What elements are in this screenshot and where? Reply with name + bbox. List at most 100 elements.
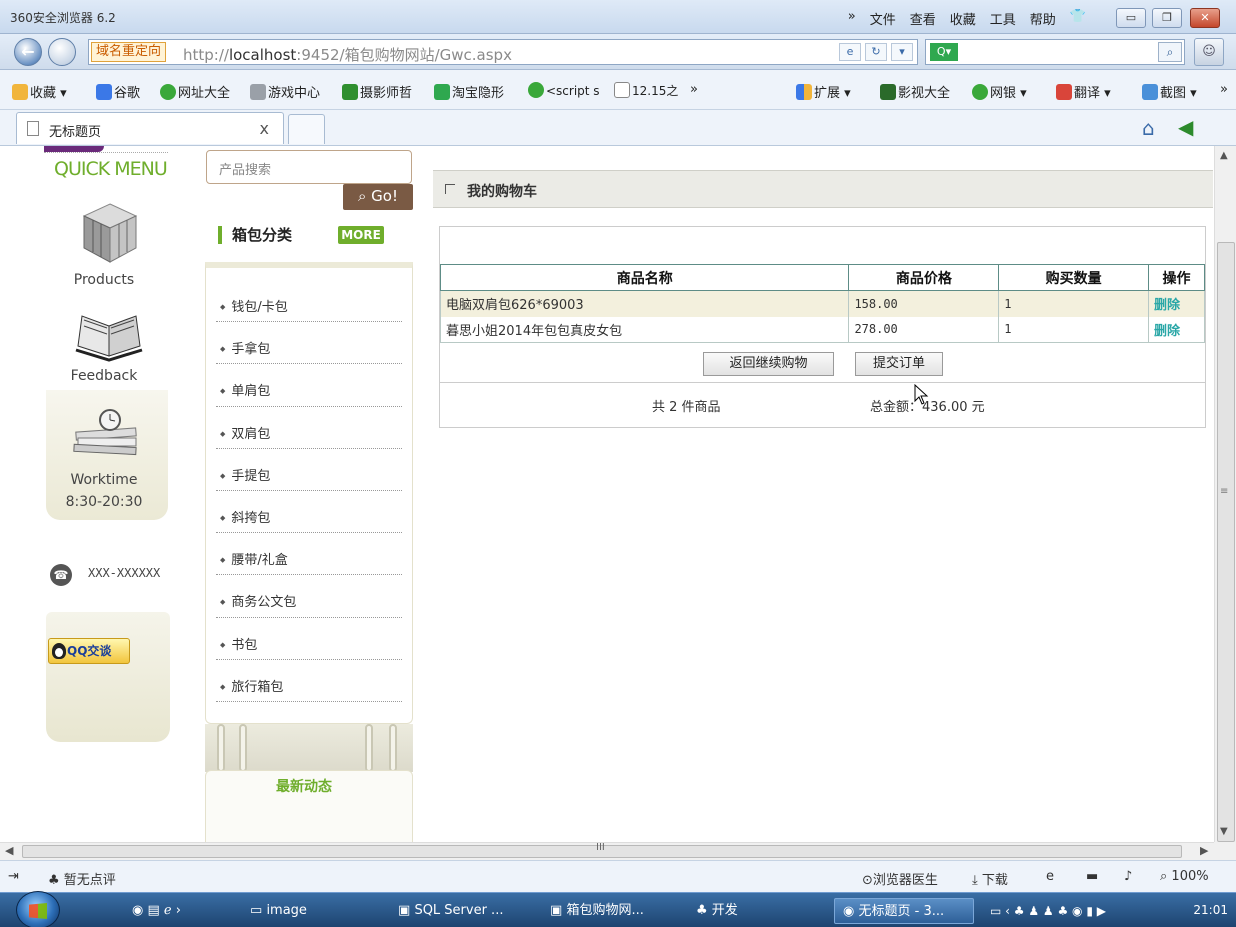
quicklaunch-icons[interactable]: ◉ ▤ ℯ › — [132, 898, 181, 924]
cart-title: 我的购物车 — [467, 184, 537, 200]
fav-right-overflow[interactable]: » — [1220, 82, 1228, 97]
maximize-button[interactable]: ❐ — [1152, 8, 1182, 28]
delete-link[interactable]: 删除 — [1154, 298, 1180, 313]
category-item[interactable]: 斜挎包 — [216, 491, 402, 534]
skin-icon[interactable]: 👕 — [1070, 9, 1086, 28]
user-avatar-button[interactable]: ☺ — [1194, 38, 1224, 66]
worktime-label: Worktime — [70, 472, 138, 488]
category-item[interactable]: 双肩包 — [216, 407, 402, 449]
fav-game-center[interactable]: 游戏中心 — [250, 82, 320, 101]
bank-icon — [972, 84, 988, 100]
news-title[interactable]: 最新动态 — [276, 776, 332, 796]
taskbar-item-sql[interactable]: ▣ SQL Server ... — [398, 898, 503, 924]
taskbar-item-image[interactable]: ▭ image — [250, 898, 307, 924]
category-item[interactable]: 单肩包 — [216, 364, 402, 407]
category-item[interactable]: 腰带/礼盒 — [216, 533, 402, 576]
back-button[interactable]: ← — [14, 38, 42, 66]
taskbar-item-browser[interactable]: ◉ 无标题页 - 3... — [834, 898, 974, 924]
submit-order-button[interactable]: 提交订单 — [855, 352, 943, 376]
doc-icon — [614, 82, 630, 98]
magnifier-icon: ⌕ — [357, 187, 367, 205]
tab-close-icon[interactable]: x — [260, 119, 269, 138]
search-engine-icon[interactable]: Q▾ — [930, 43, 958, 61]
vertical-scrollbar[interactable]: ▲ ≡ ▼ — [1214, 146, 1236, 842]
dropdown-chevron-icon[interactable]: ▾ — [891, 43, 913, 61]
menu-file[interactable]: 文件 — [870, 9, 896, 28]
menu-more[interactable]: » — [848, 9, 856, 28]
fav-translate[interactable]: 翻译 ▾ — [1056, 82, 1111, 101]
fav-screenshot[interactable]: 截图 ▾ — [1142, 82, 1197, 101]
menu-view[interactable]: 查看 — [910, 9, 936, 28]
fav-url-directory[interactable]: 网址大全 — [160, 82, 230, 101]
products-cube-icon[interactable] — [82, 202, 138, 264]
url-field[interactable]: 域名重定向 http://localhost:9452/箱包购物网站/Gwc.a… — [88, 39, 918, 65]
delete-link[interactable]: 删除 — [1154, 324, 1180, 339]
menu-help[interactable]: 帮助 — [1030, 9, 1056, 28]
qq-chat-button[interactable]: QQ交谈 — [48, 638, 130, 664]
more-link[interactable]: MORE — [338, 226, 384, 244]
fav-google[interactable]: 谷歌 — [96, 82, 140, 101]
category-item[interactable]: 手拿包 — [216, 322, 402, 365]
zoom-control[interactable]: ⌕ 100% — [1160, 869, 1209, 884]
search-input[interactable]: Q▾ ⌕ — [925, 39, 1185, 65]
continue-shopping-button[interactable]: 返回继续购物 — [703, 352, 834, 376]
ie-compat-icon[interactable]: e — [839, 43, 861, 61]
feedback-link[interactable]: Feedback — [34, 368, 174, 384]
sound-icon[interactable]: ♪ — [1124, 869, 1132, 884]
scroll-thumb[interactable] — [1217, 242, 1235, 842]
feedback-book-icon[interactable] — [74, 310, 144, 362]
product-search-input[interactable]: 产品搜索 — [206, 150, 412, 184]
cart-header: 我的购物车 — [433, 170, 1213, 208]
sidebar-toggle-icon[interactable]: ⇥ — [8, 869, 19, 884]
menu-favorites[interactable]: 收藏 — [950, 9, 976, 28]
product-price: 278.00 — [848, 316, 1000, 343]
category-item[interactable]: 书包 — [216, 618, 402, 660]
phone-number: XXX-XXXXXX — [88, 566, 161, 580]
qq-penguin-icon — [52, 643, 66, 659]
rating-status[interactable]: ♣ 暂无点评 — [48, 869, 116, 888]
tab-untitled[interactable]: 无标题页 x — [16, 112, 284, 144]
products-link[interactable]: Products — [34, 272, 174, 288]
fav-script[interactable]: <script s — [528, 82, 600, 99]
home-icon[interactable]: ⌂ — [1142, 116, 1155, 140]
minimize-button[interactable]: ▭ — [1116, 8, 1146, 28]
folder-icon: ▭ — [250, 903, 263, 918]
close-button[interactable]: ✕ — [1190, 8, 1220, 28]
browser-doctor[interactable]: ⊙浏览器医生 — [862, 869, 938, 888]
taskbar-item-dev[interactable]: ♣ 开发 — [696, 898, 738, 924]
fav-1215[interactable]: 12.15之 — [614, 82, 678, 99]
fav-photographer[interactable]: 摄影师哲 — [342, 82, 412, 101]
menu-tools[interactable]: 工具 — [990, 9, 1016, 28]
worktime-hours: 8:30-20:30 — [65, 494, 143, 510]
fav-overflow[interactable]: » — [690, 82, 698, 97]
new-tab-button[interactable] — [288, 114, 325, 144]
fav-favorites[interactable]: 收藏 ▾ — [12, 82, 67, 101]
horizontal-scrollbar[interactable]: ◀ III ▶ — [0, 842, 1214, 860]
category-item[interactable]: 钱包/卡包 — [216, 280, 402, 323]
refresh-icon[interactable]: ↻ — [865, 43, 887, 61]
fav-extensions[interactable]: 扩展 ▾ — [796, 82, 851, 101]
download-button[interactable]: ⤓ 下载 — [972, 869, 1008, 888]
douban-icon — [342, 84, 358, 100]
category-item[interactable]: 手提包 — [216, 449, 402, 491]
category-item[interactable]: 商务公文包 — [216, 575, 402, 618]
window-icon[interactable]: ▬ — [1086, 869, 1098, 884]
taskbar-item-shop[interactable]: ▣ 箱包购物网... — [550, 898, 644, 924]
tray-icons[interactable]: ▭ ‹ ♣ ♟ ♟ ♣ ◉ ▮ ▶ — [990, 898, 1106, 924]
clock: 21:01 — [1193, 903, 1228, 917]
category-item[interactable]: 旅行箱包 — [216, 660, 402, 702]
fav-video[interactable]: 影视大全 — [880, 82, 950, 101]
redirect-badge[interactable]: 域名重定向 — [91, 42, 167, 62]
search-icon[interactable]: ⌕ — [1158, 42, 1182, 62]
url-text[interactable]: http://localhost:9452/箱包购物网站/Gwc.aspx — [183, 44, 512, 65]
forward-button[interactable] — [48, 38, 76, 66]
fav-taobao[interactable]: 淘宝隐形 — [434, 82, 504, 101]
tab-label: 无标题页 — [49, 125, 102, 140]
translate-icon — [1056, 84, 1072, 100]
start-button[interactable] — [16, 891, 60, 927]
ie-mode-icon[interactable]: e — [1046, 869, 1054, 884]
search-go-button[interactable]: ⌕ Go! — [343, 184, 413, 210]
table-header-row: 商品名称 商品价格 购买数量 操作 — [439, 264, 1205, 291]
fav-bank[interactable]: 网银 ▾ — [972, 82, 1027, 101]
undo-close-icon[interactable]: ◀ — [1178, 115, 1193, 139]
